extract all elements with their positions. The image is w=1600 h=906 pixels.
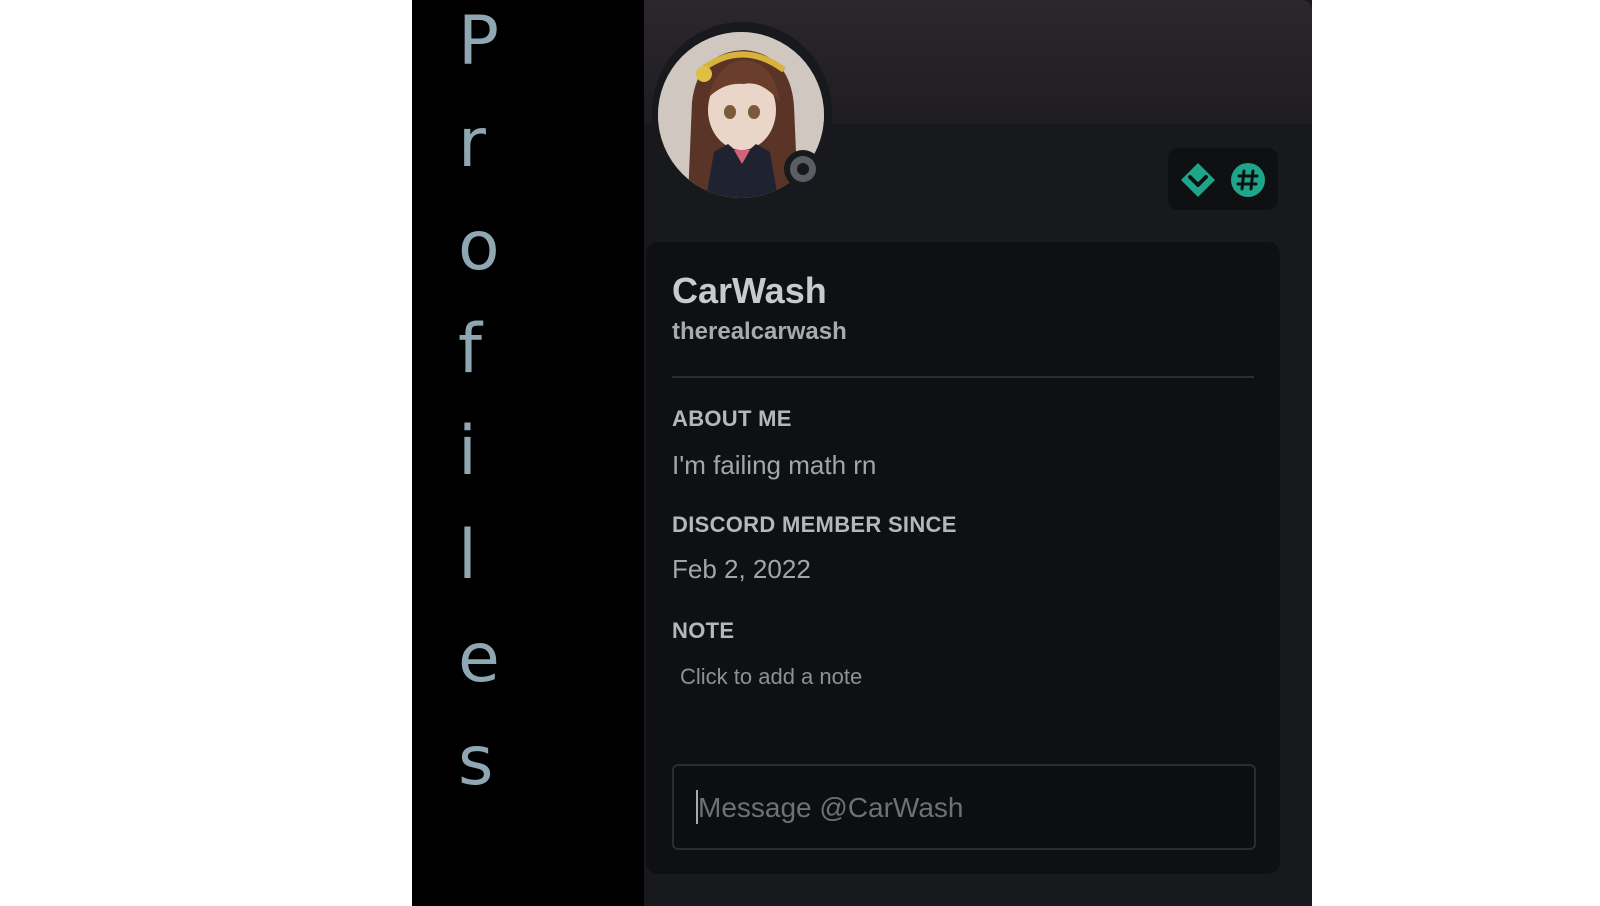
side-title-letter: f	[458, 310, 482, 389]
profile-details-panel: CarWash therealcarwash ABOUT ME I'm fail…	[646, 242, 1280, 874]
hypesquad-balance-icon[interactable]	[1180, 162, 1216, 198]
side-title-letter: s	[458, 722, 494, 801]
side-title-letter: i	[458, 412, 477, 491]
divider	[672, 376, 1254, 378]
side-title-letter: P	[458, 2, 500, 81]
active-developer-icon[interactable]	[1230, 162, 1266, 198]
side-title-letter: e	[458, 619, 500, 698]
side-title-letter: o	[458, 207, 500, 286]
member-since-heading: DISCORD MEMBER SINCE	[672, 512, 957, 537]
message-placeholder: Message @CarWash	[698, 792, 964, 823]
user-profile-card: CarWash therealcarwash ABOUT ME I'm fail…	[644, 0, 1312, 906]
username: therealcarwash	[672, 318, 847, 345]
display-name: CarWash	[672, 270, 827, 311]
side-title-letter: l	[458, 516, 477, 595]
about-me-text: I'm failing math rn	[672, 450, 877, 480]
side-title-strip: P r o f i l e s	[412, 0, 644, 906]
note-field[interactable]: Click to add a note	[680, 664, 862, 690]
note-heading: NOTE	[672, 618, 735, 643]
badge-list	[1168, 148, 1278, 210]
about-me-heading: ABOUT ME	[672, 406, 792, 431]
offline-status-icon	[790, 156, 816, 182]
member-since-date: Feb 2, 2022	[672, 554, 811, 584]
side-title-letter: r	[458, 104, 486, 183]
message-input[interactable]: Message @CarWash	[672, 764, 1256, 850]
